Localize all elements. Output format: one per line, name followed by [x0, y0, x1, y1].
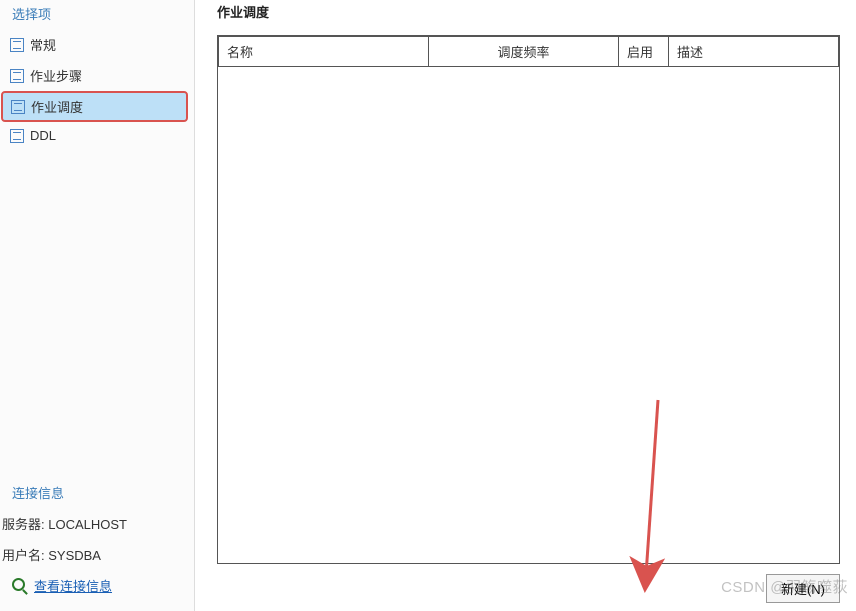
new-button[interactable]: 新建(N) — [766, 574, 840, 603]
options-section-header: 选择项 — [0, 0, 194, 29]
col-header-description[interactable]: 描述 — [669, 37, 839, 67]
main-panel: 作业调度 名称 调度频率 启用 描述 新建(N) — [195, 0, 856, 611]
schedule-table: 名称 调度频率 启用 描述 — [218, 36, 839, 67]
magnifier-icon — [12, 578, 28, 594]
connection-section-header: 连接信息 — [0, 479, 194, 508]
panel-title: 作业调度 — [217, 0, 840, 35]
connection-info-section: 连接信息 服务器: LOCALHOST 用户名: SYSDBA 查看连接信息 — [0, 479, 194, 611]
sidebar-item-ddl[interactable]: DDL — [0, 122, 194, 149]
sidebar-item-general[interactable]: 常规 — [0, 29, 194, 60]
footer-buttons: 新建(N) — [217, 564, 840, 603]
table-header-row: 名称 调度频率 启用 描述 — [219, 37, 839, 67]
doc-icon — [11, 100, 25, 114]
view-connection-link[interactable]: 查看连接信息 — [0, 570, 194, 601]
col-header-name[interactable]: 名称 — [219, 37, 429, 67]
sidebar-item-label: DDL — [30, 128, 56, 143]
sidebar: 选择项 常规 作业步骤 作业调度 DDL 连接信息 服务器: LOCALHOST… — [0, 0, 195, 611]
sidebar-item-label: 作业步骤 — [30, 66, 82, 85]
sidebar-item-job-schedule[interactable]: 作业调度 — [1, 91, 188, 122]
sidebar-item-label: 作业调度 — [31, 97, 83, 116]
col-header-enable[interactable]: 启用 — [619, 37, 669, 67]
server-label: 服务器: LOCALHOST — [0, 508, 194, 539]
view-connection-text: 查看连接信息 — [34, 576, 112, 595]
doc-icon — [10, 69, 24, 83]
doc-icon — [10, 38, 24, 52]
doc-icon — [10, 129, 24, 143]
sidebar-item-label: 常规 — [30, 35, 56, 54]
sidebar-item-job-steps[interactable]: 作业步骤 — [0, 60, 194, 91]
username-label: 用户名: SYSDBA — [0, 539, 194, 570]
col-header-frequency[interactable]: 调度频率 — [429, 37, 619, 67]
schedule-table-container: 名称 调度频率 启用 描述 — [217, 35, 840, 564]
